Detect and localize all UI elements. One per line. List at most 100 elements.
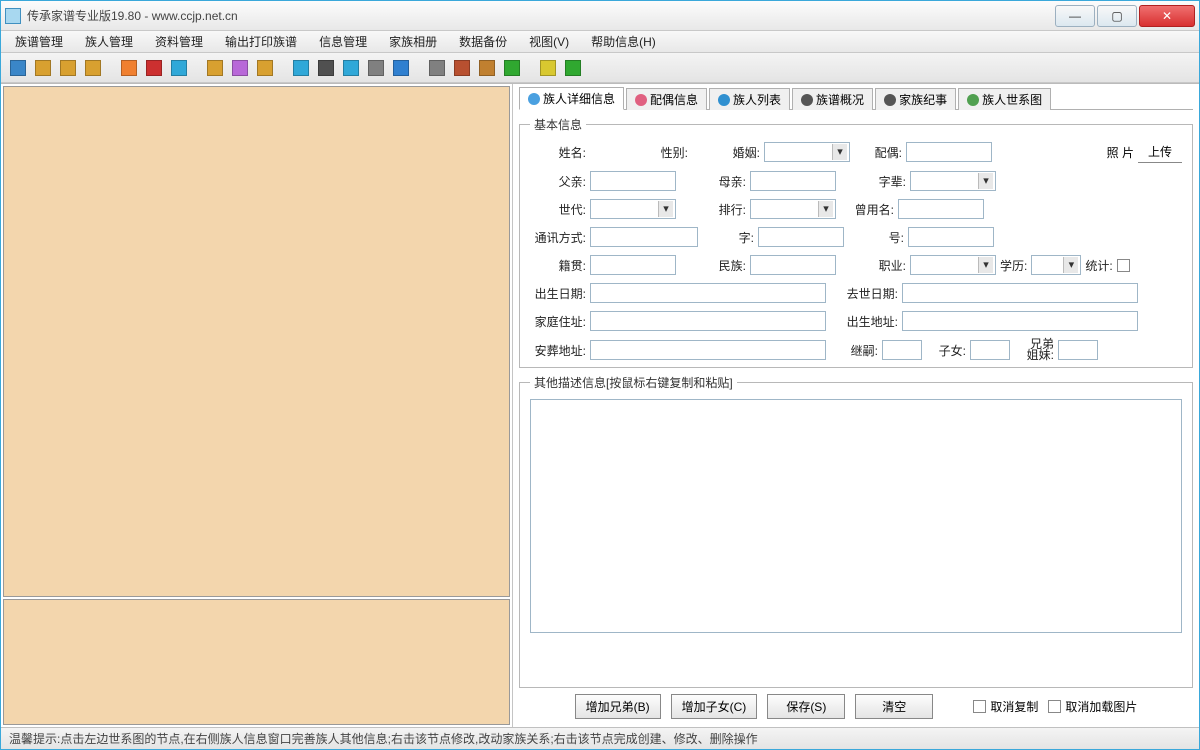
cancel-load-image-option[interactable]: 取消加载图片 [1048,698,1137,715]
clear-button[interactable]: 清空 [855,694,933,719]
generation-select[interactable] [590,199,676,219]
job-select[interactable] [910,255,996,275]
tab[interactable]: 家族纪事 [875,88,956,110]
label-job: 职业: [866,257,906,274]
siblings-input[interactable] [1058,340,1098,360]
heir-input[interactable] [882,340,922,360]
status-text: 温馨提示:点击左边世系图的节点,在右侧族人信息窗口完善族人其他信息;右击该节点修… [9,730,758,747]
toolbar-button[interactable] [365,57,387,79]
toolbar-button[interactable] [32,57,54,79]
basic-info-group: 基本信息 姓名: 性别: 婚姻: 配偶: 照 片 上 [519,116,1193,368]
burial-input[interactable] [590,340,826,360]
toolbar-button[interactable] [57,57,79,79]
label-spouse: 配偶: [854,144,902,161]
toolbar-button[interactable] [204,57,226,79]
hometown-input[interactable] [590,255,676,275]
menu-item[interactable]: 输出打印族谱 [219,31,303,52]
toolbar-button[interactable] [168,57,190,79]
label-generation: 世代: [530,201,586,218]
contact-input[interactable] [590,227,698,247]
toolbar-button[interactable] [390,57,412,79]
other-info-textarea[interactable] [530,399,1182,633]
upload-button[interactable]: 上传 [1138,141,1182,163]
toolbar-button[interactable] [143,57,165,79]
menu-item[interactable]: 视图(V) [523,31,575,52]
toolbar-button[interactable] [476,57,498,79]
menu-item[interactable]: 家族相册 [383,31,443,52]
birth-input[interactable] [590,283,826,303]
save-button[interactable]: 保存(S) [767,694,845,719]
hao-input[interactable] [908,227,994,247]
label-oldname: 曾用名: [840,201,894,218]
label-homeaddr: 家庭住址: [530,313,586,330]
tab[interactable]: 族谱概况 [792,88,873,110]
label-heir: 继嗣: [830,342,878,359]
menu-item[interactable]: 资料管理 [149,31,209,52]
minimize-button[interactable]: ― [1055,5,1095,27]
toolbar-button[interactable] [82,57,104,79]
zi-input[interactable] [758,227,844,247]
birthaddr-input[interactable] [902,311,1138,331]
death-input[interactable] [902,283,1138,303]
toolbar-button[interactable] [562,57,584,79]
bottom-buttons: 增加兄弟(B) 增加子女(C) 保存(S) 清空 取消复制 取消加载图片 [519,688,1193,725]
tab-icon [528,93,540,105]
father-input[interactable] [590,171,676,191]
label-rank: 字辈: [866,173,906,190]
tab-icon [967,94,979,106]
label-birthaddr: 出生地址: [830,313,898,330]
toolbar-button[interactable] [229,57,251,79]
add-sibling-button[interactable]: 增加兄弟(B) [575,694,661,719]
tab-icon [635,94,647,106]
label-mother: 母亲: [706,173,746,190]
titlebar: 传承家谱专业版19.80 - www.ccjp.net.cn ― ▢ ✕ [1,1,1199,31]
toolbar-button[interactable] [254,57,276,79]
cancel-copy-option[interactable]: 取消复制 [973,698,1038,715]
ethnic-input[interactable] [750,255,836,275]
label-contact: 通讯方式: [530,229,586,246]
menu-item[interactable]: 信息管理 [313,31,373,52]
menubar: 族谱管理 族人管理 资料管理 输出打印族谱 信息管理 家族相册 数据备份 视图(… [1,31,1199,53]
toolbar-button[interactable] [118,57,140,79]
oldname-input[interactable] [898,199,984,219]
preview-panel[interactable] [3,599,510,725]
edu-select[interactable] [1031,255,1081,275]
tabs: 族人详细信息配偶信息族人列表族谱概况家族纪事族人世系图 [519,88,1193,110]
menu-item[interactable]: 帮助信息(H) [585,31,662,52]
toolbar-button[interactable] [426,57,448,79]
toolbar-button[interactable] [501,57,523,79]
menu-item[interactable]: 族人管理 [79,31,139,52]
stat-checkbox[interactable] [1117,259,1130,272]
family-tree-panel[interactable] [3,86,510,597]
tab[interactable]: 配偶信息 [626,88,707,110]
tab[interactable]: 族人世系图 [958,88,1051,110]
menu-item[interactable]: 数据备份 [453,31,513,52]
toolbar-button[interactable] [290,57,312,79]
window-title: 传承家谱专业版19.80 - www.ccjp.net.cn [27,7,1053,24]
tab-icon [801,94,813,106]
tab-icon [718,94,730,106]
mother-input[interactable] [750,171,836,191]
toolbar-button[interactable] [7,57,29,79]
toolbar-button[interactable] [451,57,473,79]
homeaddr-input[interactable] [590,311,826,331]
children-input[interactable] [970,340,1010,360]
other-info-legend: 其他描述信息[按鼠标右键复制和粘贴] [530,374,737,391]
spouse-input[interactable] [906,142,992,162]
menu-item[interactable]: 族谱管理 [9,31,69,52]
tab[interactable]: 族人列表 [709,88,790,110]
toolbar-button[interactable] [315,57,337,79]
label-siblings: 兄弟 姐妹: [1014,339,1054,361]
order-select[interactable] [750,199,836,219]
toolbar-button[interactable] [537,57,559,79]
marriage-select[interactable] [764,142,850,162]
add-child-button[interactable]: 增加子女(C) [671,694,758,719]
close-button[interactable]: ✕ [1139,5,1195,27]
label-name: 姓名: [530,144,586,161]
maximize-button[interactable]: ▢ [1097,5,1137,27]
toolbar-button[interactable] [340,57,362,79]
label-hao: 号: [874,229,904,246]
label-death: 去世日期: [830,285,898,302]
tab[interactable]: 族人详细信息 [519,87,624,110]
rank-select[interactable] [910,171,996,191]
